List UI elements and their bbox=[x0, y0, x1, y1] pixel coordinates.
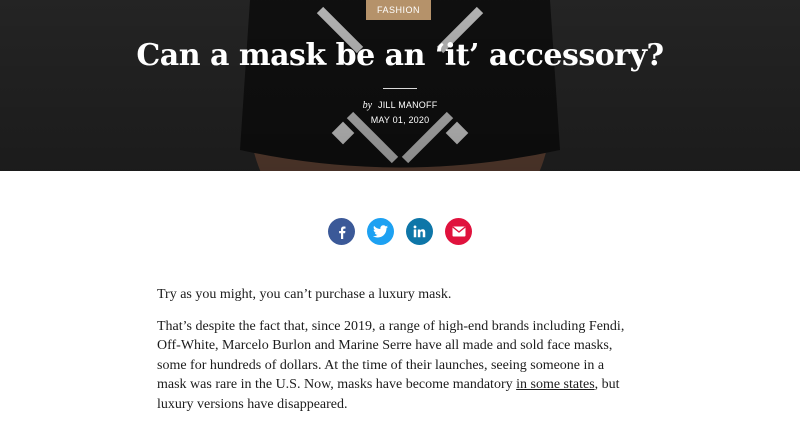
hero-overlay bbox=[0, 0, 800, 171]
article-paragraph: That’s despite the fact that, since 2019… bbox=[157, 317, 637, 415]
share-email-button[interactable] bbox=[445, 218, 472, 245]
article-paragraph: Try as you might, you can’t purchase a l… bbox=[157, 287, 452, 302]
article-title: Can a mask be an ‘it’ accessory? bbox=[136, 38, 664, 73]
share-bar bbox=[0, 218, 800, 245]
linkedin-icon bbox=[413, 225, 426, 238]
share-linkedin-button[interactable] bbox=[406, 218, 433, 245]
publish-date: MAY 01, 2020 bbox=[370, 115, 430, 125]
category-tag[interactable]: FASHION bbox=[366, 0, 431, 20]
share-facebook-button[interactable] bbox=[328, 218, 355, 245]
share-twitter-button[interactable] bbox=[367, 218, 394, 245]
by-label: by bbox=[362, 100, 373, 111]
email-icon bbox=[451, 226, 466, 237]
byline: by JILL MANOFF bbox=[0, 100, 800, 111]
twitter-icon bbox=[373, 225, 388, 238]
title-divider bbox=[383, 88, 417, 89]
author-link[interactable]: JILL MANOFF bbox=[378, 100, 437, 110]
facebook-icon bbox=[338, 226, 345, 239]
in-some-states-link[interactable]: in some states bbox=[516, 377, 595, 392]
article-body: Try as you might, you can’t purchase a l… bbox=[157, 285, 637, 426]
hero-banner: FASHION Can a mask be an ‘it’ accessory?… bbox=[0, 0, 800, 171]
